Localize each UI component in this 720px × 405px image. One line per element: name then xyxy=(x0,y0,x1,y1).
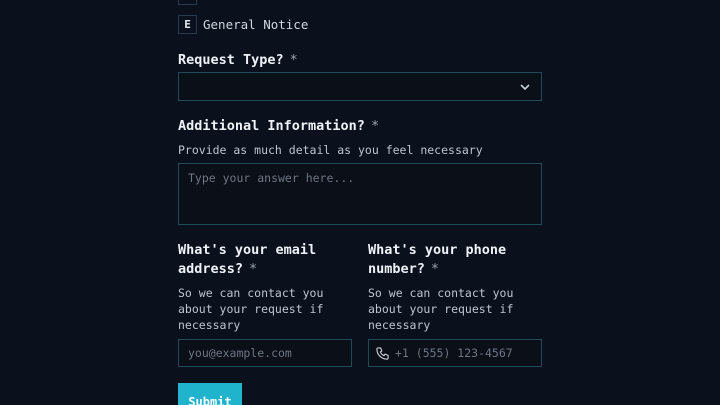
option-row-previous[interactable] xyxy=(178,0,197,5)
option-key-e: E xyxy=(178,15,197,34)
request-form: E General Notice Request Type? * Addition… xyxy=(0,0,720,405)
phone-title-line1: What's your phone xyxy=(368,242,507,258)
request-type-select[interactable] xyxy=(178,72,542,101)
phone-desc-line2: about your request if xyxy=(368,302,514,316)
phone-title-line2: number? xyxy=(368,261,425,277)
required-mark: * xyxy=(249,261,258,277)
email-desc-line3: necessary xyxy=(178,318,241,332)
required-mark: * xyxy=(430,261,440,277)
email-title-line2: address? xyxy=(178,261,244,277)
phone-input[interactable] xyxy=(369,340,541,366)
phone-title: What's your phone number? * xyxy=(368,241,506,279)
email-description: So we can contact you about your request… xyxy=(178,285,323,333)
submit-button[interactable]: Submit xyxy=(178,383,242,405)
additional-info-title: Additional Information? * xyxy=(178,117,379,136)
required-mark: * xyxy=(370,118,380,134)
chevron-down-icon xyxy=(520,84,530,91)
request-type-title: Request Type? * xyxy=(178,51,298,70)
phone-field[interactable] xyxy=(368,339,542,367)
phone-desc-line1: So we can contact you xyxy=(368,286,514,300)
phone-title-line2-row: number? * xyxy=(368,260,506,279)
option-label-general-notice: General Notice xyxy=(203,17,309,32)
additional-info-textarea[interactable] xyxy=(178,163,542,225)
email-title-line2-row: address? * xyxy=(178,260,316,279)
email-title: What's your email address? * xyxy=(178,241,316,279)
request-type-title-text: Request Type? xyxy=(178,52,284,68)
required-mark: * xyxy=(289,52,298,68)
additional-info-title-text: Additional Information? xyxy=(178,118,365,134)
email-desc-line1: So we can contact you xyxy=(178,286,324,300)
email-title-line1: What's your email xyxy=(178,242,317,258)
email-input[interactable] xyxy=(178,339,352,367)
option-key-previous xyxy=(178,0,197,5)
additional-info-description: Provide as much detail as you feel neces… xyxy=(178,143,483,157)
phone-description: So we can contact you about your request… xyxy=(368,285,513,333)
phone-desc-line3: necessary xyxy=(368,318,431,332)
option-row-general-notice[interactable]: E General Notice xyxy=(178,15,308,34)
email-desc-line2: about your request if xyxy=(178,302,324,316)
